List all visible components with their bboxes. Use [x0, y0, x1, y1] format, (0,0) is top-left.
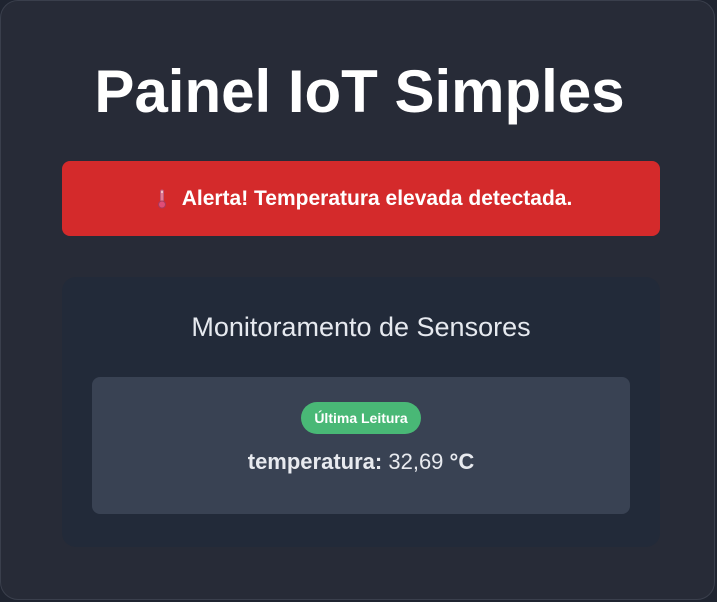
thermometer-icon [150, 187, 174, 211]
monitor-title: Monitoramento de Sensores [191, 312, 531, 342]
reading-card: Última Leitura temperatura: 32,69 °C [92, 377, 630, 514]
reading-label: temperatura: [247, 449, 383, 474]
status-badge: Última Leitura [301, 402, 421, 434]
reading-line: temperatura: 32,69 °C [92, 447, 630, 477]
temperature-alert: Alerta! Temperatura elevada detectada. [62, 161, 660, 236]
alert-text: Alerta! Temperatura elevada detectada. [181, 186, 573, 210]
dashboard-panel: Painel IoT Simples Alerta! Temperatura e… [0, 0, 715, 600]
reading-value: 32,69 [388, 449, 444, 474]
reading-unit: °C [449, 449, 475, 474]
page-title: Painel IoT Simples [94, 58, 625, 125]
sensor-monitor: Monitoramento de Sensores Última Leitura… [62, 277, 660, 547]
